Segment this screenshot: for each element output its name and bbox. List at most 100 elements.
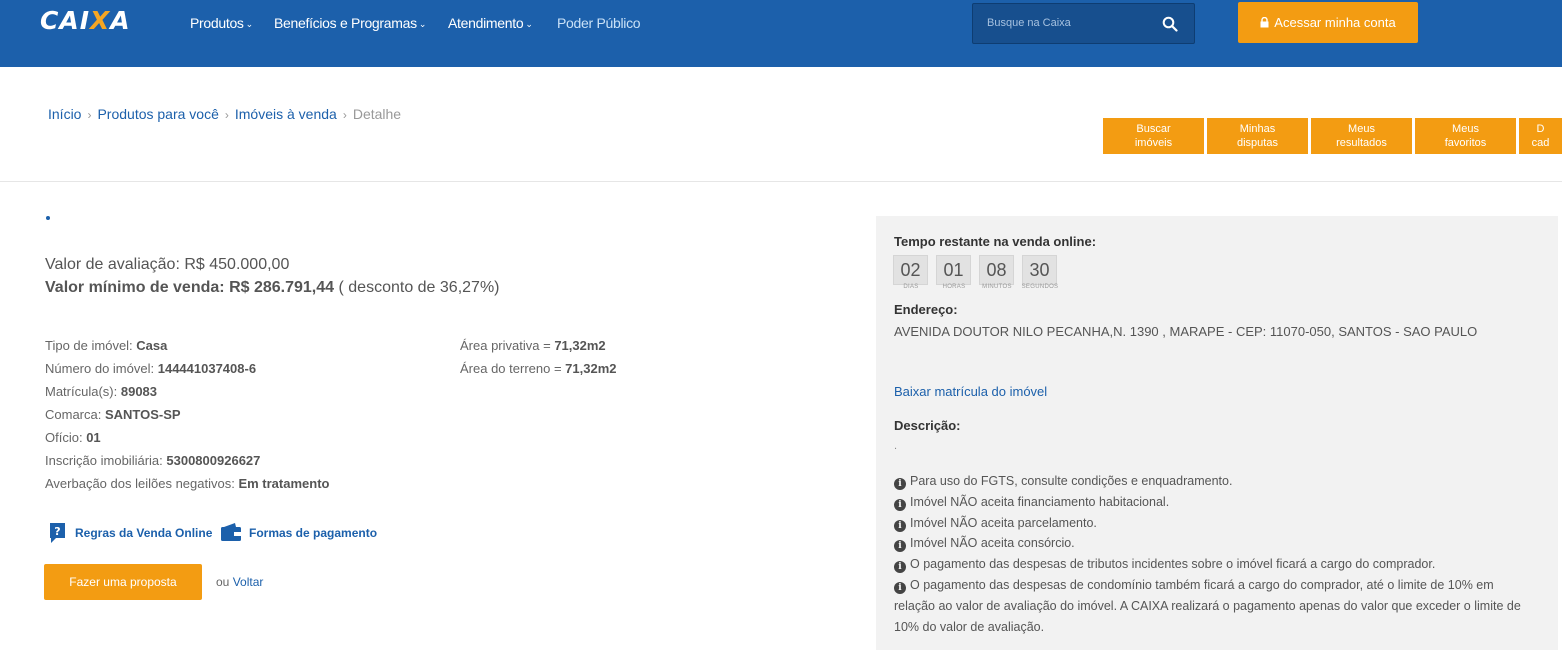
- countdown-days-caption: DIAS: [903, 284, 919, 290]
- condition-item: i O pagamento das despesas de tributos in…: [894, 554, 1534, 575]
- tab-cadastro[interactable]: Dcad: [1519, 118, 1562, 154]
- detail-area-terreno: Área do terreno = 71,32m2: [460, 361, 617, 376]
- formas-pagamento-link[interactable]: Formas de pagamento: [249, 526, 377, 540]
- tab-label-line1: Meus: [1348, 123, 1375, 135]
- detail-label: Averbação dos leilões negativos:: [45, 476, 235, 491]
- regras-venda-link[interactable]: Regras da Venda Online: [75, 526, 212, 540]
- address-label: Endereço:: [894, 302, 958, 317]
- tab-label-line1: Buscar: [1136, 123, 1171, 135]
- condition-text: Imóvel NÃO aceita financiamento habitaci…: [910, 494, 1170, 509]
- chevron-down-icon: ⌄: [418, 19, 427, 29]
- nav-poder-publico[interactable]: Poder Público: [557, 15, 641, 31]
- tab-label-line1: Meus: [1452, 123, 1479, 135]
- valor-minimo: Valor mínimo de venda: R$ 286.791,44 ( d…: [45, 279, 500, 297]
- breadcrumb-current: Detalhe: [352, 106, 402, 122]
- breadcrumb-inicio[interactable]: Início: [48, 106, 81, 122]
- conditions-list: i Para uso do FGTS, consulte condições e …: [894, 471, 1534, 637]
- help-document-icon[interactable]: ?: [48, 522, 68, 544]
- detail-label: Ofício:: [45, 430, 83, 445]
- search-icon[interactable]: [1162, 16, 1178, 32]
- condition-item: i Imóvel NÃO aceita financiamento habitac…: [894, 492, 1534, 513]
- valor-avaliacao-value: R$ 450.000,00: [184, 256, 290, 273]
- caixa-logo[interactable]: CAIXA: [40, 6, 131, 35]
- detail-label: Inscrição imobiliária:: [45, 453, 163, 468]
- tab-meus-resultados[interactable]: Meus resultados: [1311, 118, 1412, 154]
- search-input[interactable]: Busque na Caixa: [987, 17, 1071, 29]
- detail-value: SANTOS-SP: [104, 407, 181, 422]
- detail-value: 71,32m2: [565, 361, 617, 376]
- tab-meus-favoritos[interactable]: Meus favoritos: [1415, 118, 1516, 154]
- detail-numero: Número do imóvel: 144441037408-6: [45, 361, 256, 376]
- countdown-hours: 01: [936, 255, 971, 285]
- detail-value: Casa: [136, 338, 168, 353]
- tab-buscar-imoveis[interactable]: Buscar imóveis: [1103, 118, 1204, 154]
- detail-label: Comarca:: [45, 407, 102, 422]
- countdown-days: 02: [893, 255, 928, 285]
- detail-value: 71,32m2: [554, 338, 606, 353]
- nav-beneficios[interactable]: Benefícios e Programas ⌄: [274, 15, 426, 31]
- nav-atendimento[interactable]: Atendimento ⌄: [448, 15, 533, 31]
- description-label: Descrição:: [894, 418, 961, 433]
- detail-matricula: Matrícula(s): 89083: [45, 384, 157, 399]
- back-prefix: ou: [216, 575, 230, 589]
- detail-averbacao: Averbação dos leilões negativos: Em trat…: [45, 476, 329, 491]
- svg-text:?: ?: [54, 525, 60, 538]
- access-account-label: Acessar minha conta: [1274, 15, 1396, 30]
- detail-label: Área do terreno =: [460, 361, 562, 376]
- info-icon: i: [894, 581, 906, 594]
- tab-label-line2: disputas: [1237, 137, 1278, 149]
- nav-poder-publico-label: Poder Público: [557, 15, 641, 31]
- address-text: AVENIDA DOUTOR NILO PECANHA,N. 1390 , MA…: [894, 324, 1478, 339]
- description-text: .: [894, 440, 898, 452]
- wallet-icon[interactable]: [220, 522, 242, 542]
- sale-info-panel: Tempo restante na venda online: 02 01 08…: [876, 216, 1558, 650]
- detail-label: Área privativa =: [460, 338, 551, 353]
- valor-avaliacao: Valor de avaliação: R$ 450.000,00: [45, 256, 289, 274]
- nav-produtos-label: Produtos: [190, 15, 244, 31]
- countdown-seconds-caption: SEGUNDOS: [1021, 284, 1059, 290]
- make-proposal-button[interactable]: Fazer uma proposta: [44, 564, 202, 600]
- valor-minimo-label: Valor mínimo de venda:: [45, 279, 225, 296]
- search-box[interactable]: Busque na Caixa: [972, 3, 1195, 44]
- breadcrumb-produtos[interactable]: Produtos para você: [97, 106, 218, 122]
- back-text: ou Voltar: [216, 575, 263, 589]
- lock-icon: [1260, 17, 1269, 28]
- tab-label-line1: D: [1536, 123, 1545, 135]
- condition-item: i Para uso do FGTS, consulte condições e …: [894, 471, 1534, 492]
- tab-minhas-disputas[interactable]: Minhas disputas: [1207, 118, 1308, 154]
- nav-produtos[interactable]: Produtos ⌄: [190, 15, 253, 31]
- condition-text: Para uso do FGTS, consulte condições e e…: [910, 474, 1233, 488]
- detail-value: 144441037408-6: [157, 361, 257, 376]
- bullet-dot: [46, 216, 50, 220]
- info-icon: i: [894, 478, 906, 490]
- detail-label: Número do imóvel:: [45, 361, 155, 376]
- countdown-minutes-caption: MINUTOS: [982, 284, 1012, 290]
- countdown-seconds: 30: [1022, 255, 1057, 285]
- tab-label-line2: resultados: [1336, 137, 1387, 149]
- tab-label-line2: imóveis: [1134, 137, 1173, 149]
- top-header: CAIXA Produtos ⌄ Benefícios e Programas ⌄ …: [0, 0, 1562, 67]
- chevron-down-icon: ⌄: [245, 19, 254, 29]
- back-link[interactable]: Voltar: [233, 575, 264, 589]
- info-icon: i: [894, 540, 906, 553]
- breadcrumb-separator: ›: [87, 108, 92, 122]
- download-matricula-link[interactable]: Baixar matrícula do imóvel: [894, 384, 1047, 399]
- condition-text: Imóvel NÃO aceita parcelamento.: [910, 515, 1097, 530]
- info-icon: i: [894, 519, 906, 532]
- detail-inscricao: Inscrição imobiliária: 5300800926627: [45, 453, 260, 468]
- valor-avaliacao-label: Valor de avaliação:: [45, 256, 180, 273]
- breadcrumb-separator: ›: [342, 108, 347, 122]
- condition-text: Imóvel NÃO aceita consórcio.: [910, 536, 1075, 551]
- countdown-minutes: 08: [979, 255, 1014, 285]
- tab-label-line1: Minhas: [1239, 123, 1276, 135]
- countdown-label: Tempo restante na venda online:: [894, 234, 1097, 249]
- condition-item: iO pagamento das despesas de condomínio …: [894, 575, 1534, 637]
- condition-item: i Imóvel NÃO aceita consórcio.: [894, 533, 1534, 554]
- access-account-button[interactable]: Acessar minha conta: [1238, 2, 1418, 43]
- detail-value: 01: [86, 430, 101, 445]
- info-icon: i: [894, 498, 906, 511]
- condition-text: O pagamento das despesas de tributos inc…: [910, 557, 1436, 572]
- tab-label-line2: cad: [1531, 137, 1550, 149]
- detail-area-privativa: Área privativa = 71,32m2: [460, 338, 606, 353]
- breadcrumb-imoveis[interactable]: Imóveis à venda: [235, 106, 337, 122]
